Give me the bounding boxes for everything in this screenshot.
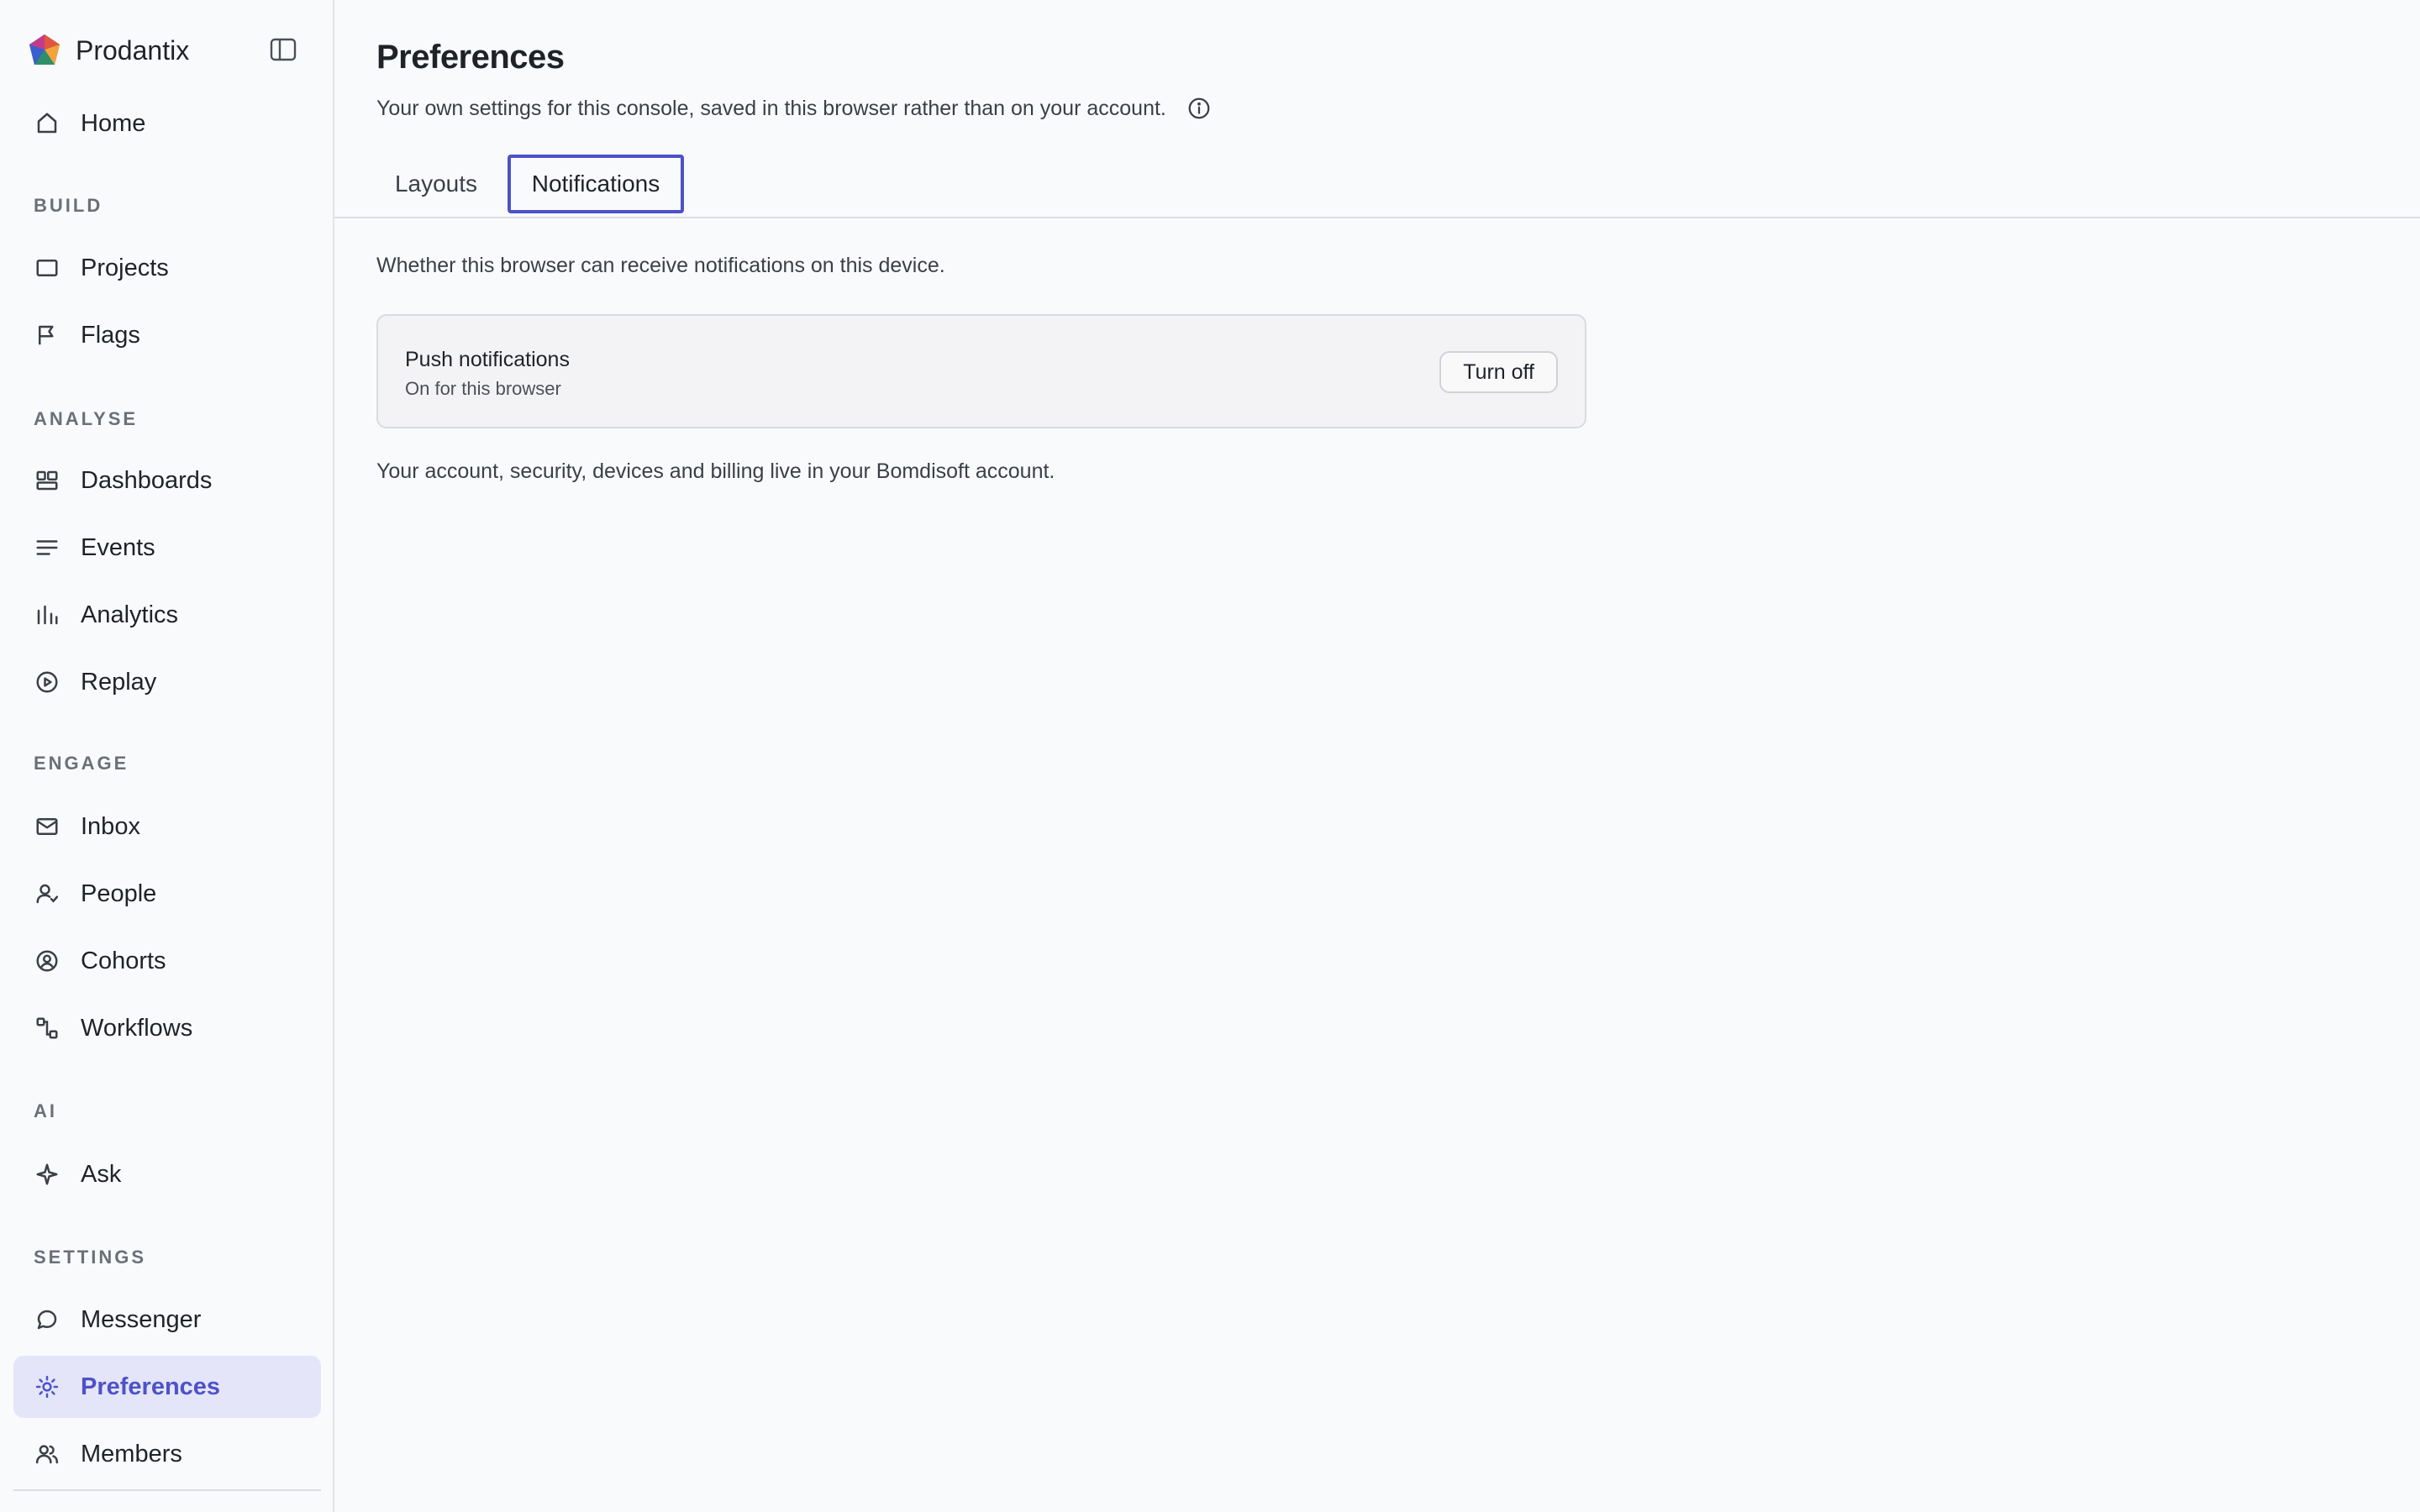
sidebar-divider <box>13 1489 321 1491</box>
play-circle-icon <box>34 669 60 696</box>
chat-bubble-icon <box>34 1306 60 1333</box>
push-notifications-title: Push notifications <box>405 348 570 371</box>
members-icon <box>34 1441 60 1467</box>
page-title: Preferences <box>376 39 565 76</box>
tab-bar: Layouts Notifications <box>334 155 2420 218</box>
sidebar-item-events[interactable]: Events <box>13 517 321 579</box>
account-footer-note: Your account, security, devices and bill… <box>376 459 1055 483</box>
sidebar-toggle-icon <box>270 38 297 61</box>
workflow-icon <box>34 1015 60 1042</box>
sidebar-item-analytics[interactable]: Analytics <box>13 584 321 646</box>
turn-off-button[interactable]: Turn off <box>1439 351 1558 393</box>
brand[interactable]: Prodantix <box>27 30 189 71</box>
sidebar-item-home[interactable]: Home <box>13 92 321 155</box>
sidebar-item-label: Home <box>81 109 146 137</box>
sidebar-item-label: Events <box>81 533 155 561</box>
main-content: Preferences Your own settings for this c… <box>334 0 2420 1512</box>
dashboard-icon <box>34 467 60 494</box>
sidebar-item-label: Replay <box>81 668 157 696</box>
sidebar-item-cohorts[interactable]: Cohorts <box>13 930 321 992</box>
sidebar-item-people[interactable]: People <box>13 863 321 925</box>
section-label-settings: SETTINGS <box>34 1247 147 1268</box>
sidebar-item-label: Preferences <box>81 1373 221 1400</box>
sidebar-item-label: Ask <box>81 1160 122 1188</box>
section-label-engage: ENGAGE <box>34 753 129 774</box>
sun-gear-icon <box>34 1373 60 1400</box>
sidebar-item-label: Messenger <box>81 1305 202 1333</box>
sidebar-item-label: Dashboards <box>81 466 213 494</box>
bar-chart-icon <box>34 601 60 628</box>
sidebar-item-messenger[interactable]: Messenger <box>13 1289 321 1351</box>
sparkle-icon <box>34 1161 60 1188</box>
sidebar-item-label: Workflows <box>81 1014 193 1042</box>
sidebar: Prodantix Home BUILD Projects Flags ANAL… <box>0 0 334 1512</box>
cohort-icon <box>34 948 60 974</box>
tab-layouts[interactable]: Layouts <box>376 155 496 213</box>
sidebar-item-dashboards[interactable]: Dashboards <box>13 449 321 512</box>
page-subtitle-text: Your own settings for this console, save… <box>376 96 1166 120</box>
info-icon[interactable] <box>1186 96 1212 121</box>
sidebar-item-label: Inbox <box>81 812 140 840</box>
page-subtitle: Your own settings for this console, save… <box>376 96 1212 121</box>
sidebar-item-preferences[interactable]: Preferences <box>13 1356 321 1418</box>
sidebar-toggle-button[interactable] <box>267 34 299 66</box>
sidebar-item-label: People <box>81 879 157 907</box>
sidebar-item-projects[interactable]: Projects <box>13 237 321 299</box>
home-icon <box>34 110 60 137</box>
brand-name: Prodantix <box>76 34 190 66</box>
section-label-ai: AI <box>34 1100 57 1121</box>
person-icon <box>34 880 60 907</box>
tab-notifications[interactable]: Notifications <box>508 155 684 213</box>
list-icon <box>34 534 60 561</box>
sidebar-item-label: Flags <box>81 321 140 349</box>
prodantix-logo-icon <box>29 34 60 65</box>
sidebar-item-label: Analytics <box>81 601 179 628</box>
mail-icon <box>34 813 60 840</box>
sidebar-item-label: Cohorts <box>81 947 166 974</box>
sidebar-item-members[interactable]: Members <box>13 1423 321 1485</box>
section-label-build: BUILD <box>34 195 103 216</box>
sidebar-item-label: Members <box>81 1440 182 1467</box>
sidebar-item-workflows[interactable]: Workflows <box>13 997 321 1059</box>
notifications-description: Whether this browser can receive notific… <box>376 254 945 277</box>
sidebar-item-replay[interactable]: Replay <box>13 651 321 713</box>
section-label-analyse: ANALYSE <box>34 408 139 429</box>
sidebar-item-ask[interactable]: Ask <box>13 1143 321 1205</box>
square-icon <box>34 255 60 281</box>
sidebar-item-flags[interactable]: Flags <box>13 304 321 366</box>
push-notifications-card: Push notifications On for this browser T… <box>376 314 1586 428</box>
push-notifications-status: On for this browser <box>405 378 561 399</box>
sidebar-item-label: Projects <box>81 254 169 281</box>
sidebar-item-inbox[interactable]: Inbox <box>13 795 321 858</box>
flag-icon <box>34 322 60 349</box>
